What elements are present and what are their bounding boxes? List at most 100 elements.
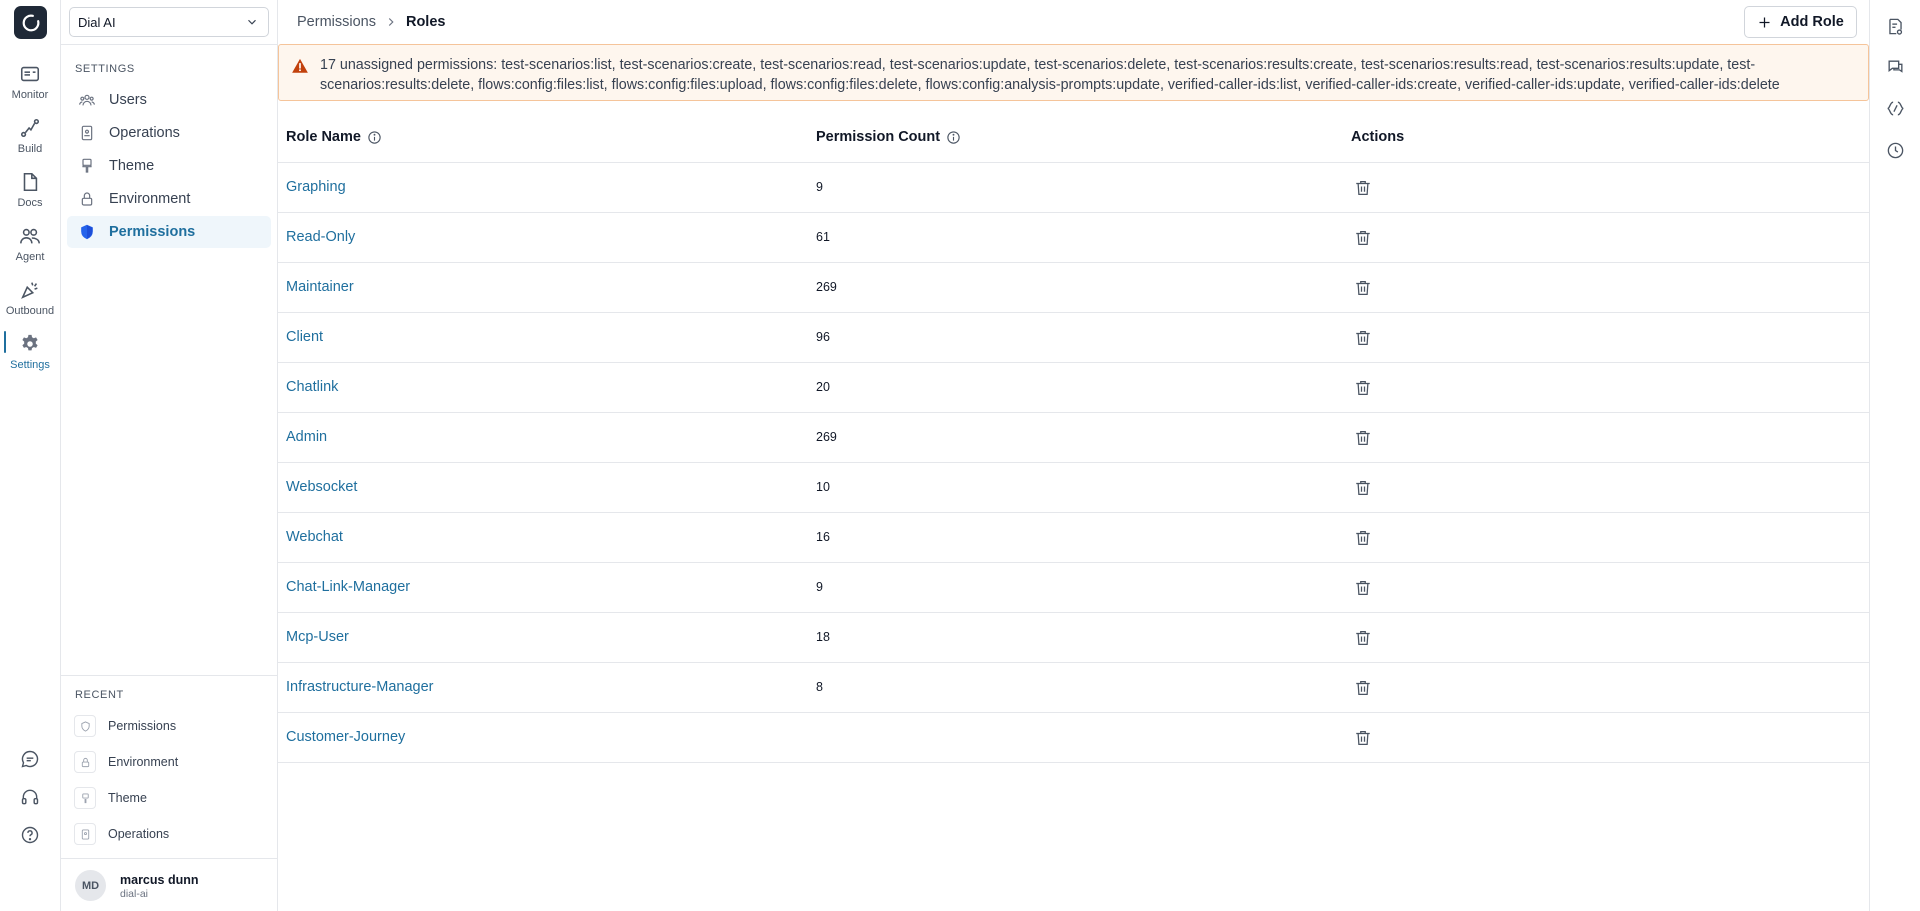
delete-role-button[interactable] (1351, 326, 1375, 350)
recent-item-theme[interactable]: Theme (74, 785, 269, 811)
rail-item-agent[interactable]: Agent (0, 223, 60, 273)
flow-icon[interactable] (1886, 99, 1905, 118)
org-selector[interactable]: Dial AI (69, 7, 269, 37)
user-org: dial-ai (120, 888, 149, 900)
add-role-button[interactable]: Add Role (1744, 6, 1857, 38)
role-name-link[interactable]: Maintainer (286, 279, 354, 295)
role-name-link[interactable]: Websocket (286, 479, 357, 495)
rail-item-settings[interactable]: Settings (0, 331, 60, 381)
delete-role-button[interactable] (1351, 576, 1375, 600)
delete-role-button[interactable] (1351, 526, 1375, 550)
recent-item-environment[interactable]: Environment (74, 749, 269, 775)
sidebar-item-theme[interactable]: Theme (67, 150, 271, 182)
role-name-link[interactable]: Read-Only (286, 229, 355, 245)
sidebar-item-users[interactable]: Users (67, 84, 271, 116)
sidebar-item-label: Theme (109, 158, 155, 174)
users-icon (79, 92, 95, 108)
trash-icon (1354, 229, 1372, 247)
recent-item-operations[interactable]: Operations (74, 821, 269, 847)
sidebar-item-label: Users (109, 92, 147, 108)
trash-icon (1354, 429, 1372, 447)
comments-icon[interactable] (1886, 58, 1905, 77)
info-icon[interactable] (367, 130, 382, 145)
build-icon (19, 117, 41, 139)
table-body: Graphing 9 Read-Only 61 Maintainer 269 Client 9… (278, 163, 1869, 763)
sidebar-item-operations[interactable]: Operations (67, 117, 271, 149)
role-name-link[interactable]: Customer-Journey (286, 729, 405, 745)
chevron-down-icon (245, 15, 259, 29)
settings-sidebar: Dial AI SETTINGS Users Operations Theme (61, 0, 278, 911)
breadcrumb-current: Roles (405, 14, 446, 30)
monitor-icon (19, 63, 41, 85)
chevron-right-icon (384, 15, 398, 29)
breadcrumb: Permissions Roles (297, 14, 445, 30)
headset-icon[interactable] (20, 787, 40, 807)
role-name-link[interactable]: Webchat (286, 529, 343, 545)
delete-role-button[interactable] (1351, 276, 1375, 300)
delete-role-button[interactable] (1351, 176, 1375, 200)
main-content: Permissions Roles Add Role 17 unassigned… (278, 0, 1870, 911)
rail-label: Outbound (5, 305, 55, 317)
column-header-role-name[interactable]: Role Name (286, 129, 382, 145)
rail-item-docs[interactable]: Docs (0, 169, 60, 219)
role-name-link[interactable]: Client (286, 329, 323, 345)
permission-count: 9 (816, 180, 823, 194)
docs-icon (19, 171, 41, 193)
role-name-link[interactable]: Chatlink (286, 379, 338, 395)
role-name-link[interactable]: Chat-Link-Manager (286, 579, 410, 595)
rail-item-build[interactable]: Build (0, 115, 60, 165)
role-name-link[interactable]: Infrastructure-Manager (286, 679, 433, 695)
sidebar-item-permissions[interactable]: Permissions (67, 216, 271, 248)
trash-icon (1354, 379, 1372, 397)
delete-role-button[interactable] (1351, 426, 1375, 450)
gear-icon (19, 333, 41, 355)
role-name-link[interactable]: Graphing (286, 179, 346, 195)
info-icon[interactable] (946, 130, 961, 145)
recent-item-label: Environment (108, 755, 179, 769)
divider (61, 675, 278, 676)
table-header: Role Name Permission Count Actions (278, 113, 1869, 163)
app-root: Monitor Build Docs Agent Outbound Settin… (0, 0, 1920, 911)
recent-item-label: Theme (108, 791, 147, 805)
permission-count: 9 (816, 580, 823, 594)
operations-icon (74, 823, 96, 845)
table-row: Webchat 16 (278, 513, 1869, 563)
role-name-link[interactable]: Mcp-User (286, 629, 349, 645)
delete-role-button[interactable] (1351, 476, 1375, 500)
topbar: Permissions Roles Add Role (278, 0, 1870, 44)
rail-item-monitor[interactable]: Monitor (0, 61, 60, 111)
table-row: Infrastructure-Manager 8 (278, 663, 1869, 713)
role-name-link[interactable]: Admin (286, 429, 327, 445)
rail-item-outbound[interactable]: Outbound (0, 277, 60, 327)
warning-text: 17 unassigned permissions: test-scenario… (320, 57, 1780, 93)
help-icon[interactable] (20, 825, 40, 845)
column-header-permission-count[interactable]: Permission Count (816, 129, 961, 145)
delete-role-button[interactable] (1351, 376, 1375, 400)
operations-icon (79, 125, 95, 141)
delete-role-button[interactable] (1351, 676, 1375, 700)
user-name: marcus dunn (120, 873, 199, 887)
delete-role-button[interactable] (1351, 626, 1375, 650)
notes-icon[interactable] (1886, 17, 1905, 36)
history-icon[interactable] (1886, 141, 1905, 160)
recent-section-label: RECENT (75, 689, 124, 701)
table-row: Websocket 10 (278, 463, 1869, 513)
permission-count: 269 (816, 280, 837, 294)
permission-count: 8 (816, 680, 823, 694)
sidebar-item-environment[interactable]: Environment (67, 183, 271, 215)
theme-icon (74, 787, 96, 809)
delete-role-button[interactable] (1351, 226, 1375, 250)
lock-icon (79, 191, 95, 207)
delete-role-button[interactable] (1351, 726, 1375, 750)
permission-count: 20 (816, 380, 830, 394)
theme-icon (79, 158, 95, 174)
shield-icon (79, 224, 95, 240)
permission-count: 96 (816, 330, 830, 344)
dial-logo-icon[interactable] (14, 6, 47, 39)
breadcrumb-permissions-link[interactable]: Permissions (297, 14, 376, 30)
chat-icon[interactable] (20, 749, 40, 769)
recent-item-permissions[interactable]: Permissions (74, 713, 269, 739)
user-menu[interactable]: MD marcus dunn dial-ai (61, 859, 278, 911)
table-row: Maintainer 269 (278, 263, 1869, 313)
right-rail (1869, 0, 1920, 911)
